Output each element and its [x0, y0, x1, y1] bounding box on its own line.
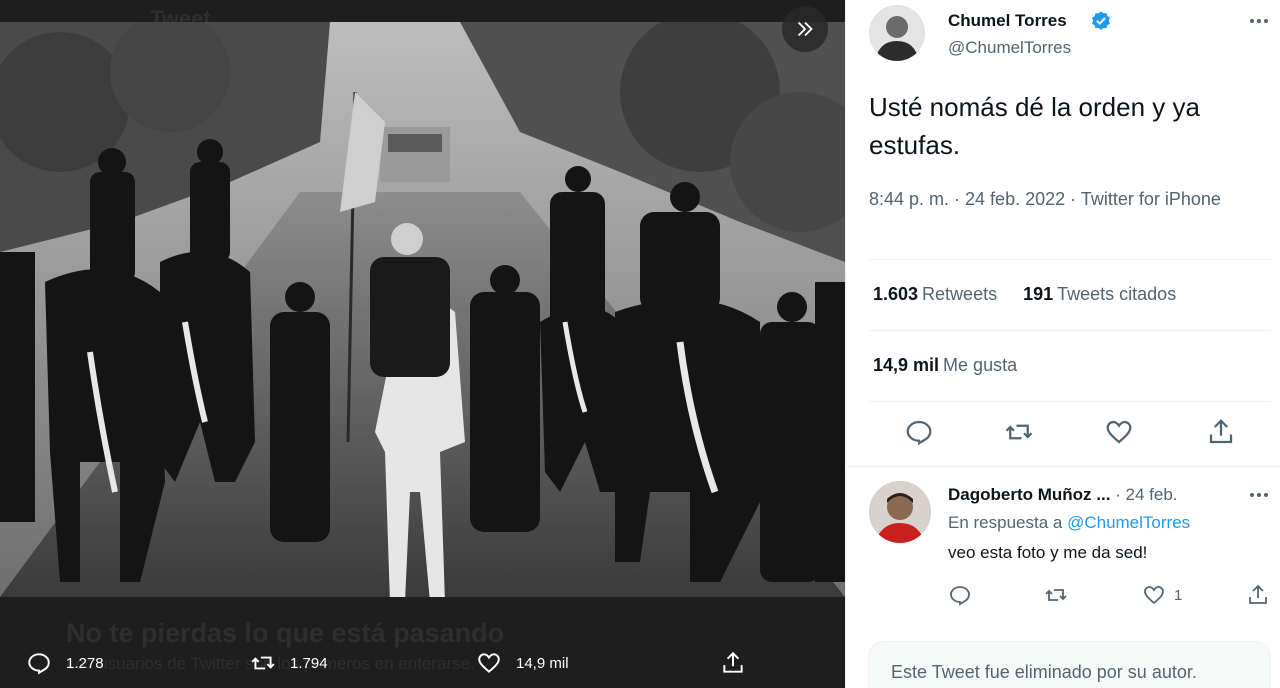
reply-author-avatar[interactable]: [869, 481, 931, 543]
retweets-label: Retweets: [922, 284, 998, 304]
media-viewer: Tweet No te pierdas lo que está pasando …: [0, 0, 845, 688]
heart-icon: [1106, 420, 1132, 444]
author-avatar[interactable]: [869, 5, 925, 61]
viewer-reply-button[interactable]: 1.278: [26, 650, 104, 676]
heart-icon: [478, 653, 500, 673]
divider: [869, 330, 1271, 331]
tweet-action-bar: [869, 405, 1271, 459]
reply-more-button[interactable]: [1244, 483, 1274, 507]
tweet-photo[interactable]: [0, 22, 845, 597]
retweets-count: 1.603: [873, 284, 919, 304]
divider: [869, 259, 1271, 260]
reply-reply-button[interactable]: [948, 583, 972, 607]
reply-share-button[interactable]: [1246, 583, 1270, 607]
viewer-retweet-count: 1.794: [290, 654, 328, 672]
author-avatar-image: [869, 5, 925, 61]
likes-count: 14,9 mil: [873, 355, 940, 375]
tweet-stats: 1.603 Retweets 191 Tweets citados: [873, 284, 1176, 305]
reply-author-name[interactable]: Dagoberto Muñoz ...: [948, 485, 1110, 504]
viewer-like-button[interactable]: 14,9 mil: [476, 650, 569, 676]
tweet-source[interactable]: Twitter for iPhone: [1081, 189, 1221, 209]
deleted-tweet-notice: Este Tweet fue eliminado por su autor.: [868, 641, 1271, 688]
share-icon: [1249, 584, 1267, 604]
reply-tweet[interactable]: Dagoberto Muñoz ... · 24 feb. En respues…: [846, 466, 1280, 626]
share-button[interactable]: [1206, 417, 1236, 447]
collapse-panel-button[interactable]: [782, 6, 828, 52]
tweet-more-button[interactable]: [1244, 8, 1274, 34]
retweet-icon: [1045, 589, 1067, 601]
divider: [869, 401, 1271, 402]
tweet-timestamp[interactable]: 8:44 p. m. · 24 feb. 2022 ·: [869, 189, 1081, 209]
reply-context: En respuesta a @ChumelTorres: [948, 513, 1190, 533]
reply-icon: [906, 420, 932, 446]
viewer-like-count: 14,9 mil: [516, 654, 569, 672]
reply-retweet-button[interactable]: [1044, 583, 1068, 607]
viewer-retweet-button[interactable]: 1.794: [250, 650, 328, 676]
author-handle[interactable]: @ChumelTorres: [948, 38, 1071, 58]
share-icon: [723, 651, 743, 673]
quotes-count: 191: [1023, 284, 1054, 304]
reply-date[interactable]: · 24 feb.: [1110, 485, 1177, 504]
likes-stat[interactable]: 14,9 mil Me gusta: [873, 355, 1017, 376]
tweet-meta: 8:44 p. m. · 24 feb. 2022 · Twitter for …: [869, 186, 1269, 213]
author-name[interactable]: Chumel Torres: [948, 11, 1067, 31]
quotes-stat[interactable]: 191 Tweets citados: [1023, 284, 1176, 305]
tweet-detail-panel: Chumel Torres @ChumelTorres Usté nomás d…: [845, 0, 1280, 688]
quotes-label: Tweets citados: [1057, 284, 1177, 304]
reply-text: veo esta foto y me da sed!: [948, 543, 1148, 562]
reply-context-prefix: En respuesta a: [948, 513, 1068, 532]
like-button[interactable]: [1104, 417, 1134, 447]
heart-icon: [1144, 586, 1164, 605]
share-icon: [1209, 419, 1233, 444]
verified-badge-icon: [1092, 11, 1110, 30]
reply-icon: [950, 586, 970, 606]
retweet-button[interactable]: [1004, 417, 1034, 447]
reply-button[interactable]: [904, 417, 934, 447]
reply-avatar-image: [869, 481, 931, 543]
more-dots-icon: [1250, 19, 1268, 23]
more-dots-icon: [1250, 493, 1268, 497]
reply-mention-link[interactable]: @ChumelTorres: [1067, 513, 1190, 532]
retweets-stat[interactable]: 1.603 Retweets: [873, 284, 997, 305]
viewer-reply-count: 1.278: [66, 654, 104, 672]
viewer-action-bar: 1.278 1.794 14,9 mil: [0, 640, 845, 688]
tweet-text: Usté nomás dé la orden y ya estufas.: [869, 92, 1200, 160]
retweet-icon: [1005, 424, 1033, 440]
reply-like-count: 1: [1174, 586, 1183, 604]
viewer-share-button[interactable]: [720, 650, 746, 676]
chevron-double-right-icon: [797, 21, 813, 37]
reply-like-button[interactable]: 1: [1142, 583, 1182, 607]
tweet-photo-image: [0, 22, 845, 597]
likes-label: Me gusta: [943, 355, 1018, 375]
reply-header: Dagoberto Muñoz ... · 24 feb.: [948, 485, 1178, 505]
retweet-icon: [251, 656, 275, 670]
reply-icon: [28, 653, 50, 675]
reply-action-bar: 1: [948, 583, 1268, 611]
